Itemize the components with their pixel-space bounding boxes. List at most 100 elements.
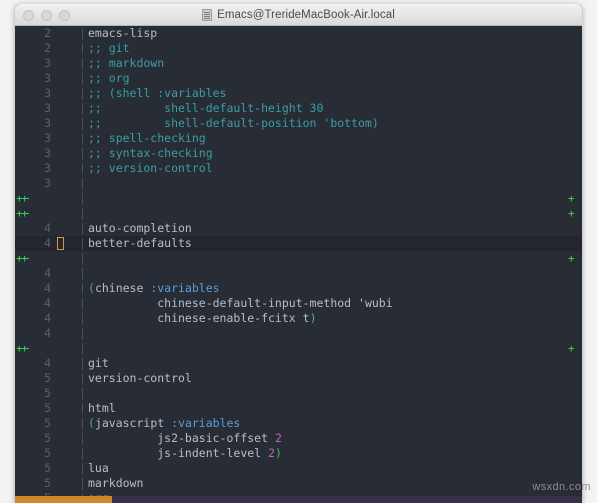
code-text[interactable]: ;; syntax-checking [88,146,568,161]
gutter-gap [67,146,79,161]
editor-line[interactable]: 4 | chinese-enable-fcitx t) [15,311,582,326]
code-text[interactable]: markdown [88,476,568,491]
zoom-button-icon[interactable] [59,9,70,21]
code-text[interactable]: ;; (shell :variables [88,86,568,101]
editor-line[interactable]: 4 | [15,266,582,281]
code-text[interactable]: ;; org [88,71,568,86]
editor-line[interactable]: 4 | auto-completion [15,221,582,236]
window-title-group: Emacs@TrerideMacBook-Air.local [15,5,582,25]
editor-line[interactable]: +++ | + [15,251,582,266]
editor-line[interactable]: 4 | [15,326,582,341]
editor-line[interactable]: 3 |;; spell-checking [15,131,582,146]
code-text[interactable]: js-indent-level 2) [88,446,568,461]
editor-line[interactable]: +++ | + [15,341,582,356]
close-button-icon[interactable] [23,9,34,21]
token-num: 2 [274,431,282,445]
code-text[interactable]: emacs-lisp [88,26,568,41]
code-text[interactable]: ;; git [88,41,568,56]
gutter-gap [67,206,79,221]
code-text[interactable] [88,251,568,266]
editor-line[interactable]: 3 |;; shell-default-height 30 [15,101,582,116]
right-fringe-marker-icon [568,356,582,371]
editor-line[interactable]: 3 |;; version-control [15,161,582,176]
code-text[interactable]: (javascript :variables [88,416,568,431]
code-text[interactable]: better-defaults [88,236,568,251]
editor-line[interactable]: 3 |;; syntax-checking [15,146,582,161]
code-text[interactable]: lua [88,461,568,476]
code-text[interactable] [88,266,568,281]
gutter-gap [67,221,79,236]
code-text[interactable] [88,326,568,341]
diff-added-marker-icon: +++ [16,252,29,265]
diff-added-marker-icon [15,26,29,41]
token-default: js-indent-level [88,446,269,460]
editor-line[interactable]: 3 |;; shell-default-position 'bottom) [15,116,582,131]
right-fringe-marker-icon [568,56,582,71]
code-text[interactable]: ;; version-control [88,161,568,176]
diff-added-marker-icon [15,296,29,311]
editor-line[interactable]: 2 | emacs-lisp [15,26,582,41]
right-fringe-marker-icon [568,116,582,131]
gutter-gap [67,176,79,191]
window-title: Emacs@TrerideMacBook-Air.local [217,9,395,21]
editor-line[interactable]: 2 |;; git [15,41,582,56]
editor-line[interactable]: 4 | better-defaults [15,236,582,251]
editor-line[interactable]: 5 | [15,386,582,401]
cursor-slot [55,296,67,311]
editor-line[interactable]: 4 | (chinese :variables [15,281,582,296]
editor-line[interactable]: 5 | version-control [15,371,582,386]
code-text[interactable]: (chinese :variables [88,281,568,296]
editor-line[interactable]: +++ | + [15,191,582,206]
editor-line[interactable]: 4 | chinese-default-input-method 'wubi [15,296,582,311]
token-default: chinese-default-input-method 'wubi [88,296,393,310]
cursor-slot [55,86,67,101]
editor-line[interactable]: 5 | (javascript :variables [15,416,582,431]
code-text[interactable] [88,386,568,401]
code-text[interactable] [88,206,568,221]
code-text[interactable]: js2-basic-offset 2 [88,431,568,446]
code-text[interactable]: html [88,401,568,416]
editor-line[interactable]: 5 | js-indent-level 2) [15,446,582,461]
editor-lines[interactable]: 2 | emacs-lisp 2 |;; git 3 |;; markdown 3 |;; or… [15,26,582,503]
editor-line[interactable]: 5 | lua [15,461,582,476]
token-comment: ;; syntax-checking [88,146,213,160]
code-text[interactable]: chinese-default-input-method 'wubi [88,296,568,311]
gutter-gap [67,191,79,206]
diff-added-marker-icon: +++ [16,342,29,355]
editor-line[interactable]: +++ | + [15,206,582,221]
code-text[interactable]: ;; shell-default-height 30 [88,101,568,116]
indent-guide-icon: | [79,446,86,460]
editor-line[interactable]: 4 | git [15,356,582,371]
editor-line[interactable]: 3 |;; markdown [15,56,582,71]
code-text[interactable]: auto-completion [88,221,568,236]
editor-line[interactable]: 5 | html [15,401,582,416]
indent-guide-icon: | [79,386,86,400]
token-default: html [88,401,116,415]
editor-buffer[interactable]: 2 | emacs-lisp 2 |;; git 3 |;; markdown 3 |;; or… [15,26,582,503]
right-fringe-marker-icon: + [568,342,575,355]
line-number: 3 [44,161,51,175]
code-text[interactable]: chinese-enable-fcitx t) [88,311,568,326]
code-text[interactable] [88,191,568,206]
code-text[interactable]: git [88,356,568,371]
editor-line[interactable]: 3 |;; org [15,71,582,86]
code-text[interactable]: version-control [88,371,568,386]
indent-guide-icon: | [79,161,86,175]
editor-line[interactable]: 3 |;; (shell :variables [15,86,582,101]
code-text[interactable] [88,341,568,356]
cursor-slot [55,221,67,236]
cursor-slot [55,311,67,326]
code-text[interactable]: ;; markdown [88,56,568,71]
code-text[interactable] [88,176,568,191]
code-text[interactable]: ;; spell-checking [88,131,568,146]
line-number: 2 [44,41,51,55]
gutter-gap [67,86,79,101]
cursor-slot [55,416,67,431]
editor-line[interactable]: 5 | markdown [15,476,582,491]
minimize-button-icon[interactable] [41,9,52,21]
editor-line[interactable]: 5 | js2-basic-offset 2 [15,431,582,446]
cursor-slot [55,101,67,116]
editor-line[interactable]: 3 | [15,176,582,191]
code-text[interactable]: ;; shell-default-position 'bottom) [88,116,568,131]
line-number: 3 [44,131,51,145]
